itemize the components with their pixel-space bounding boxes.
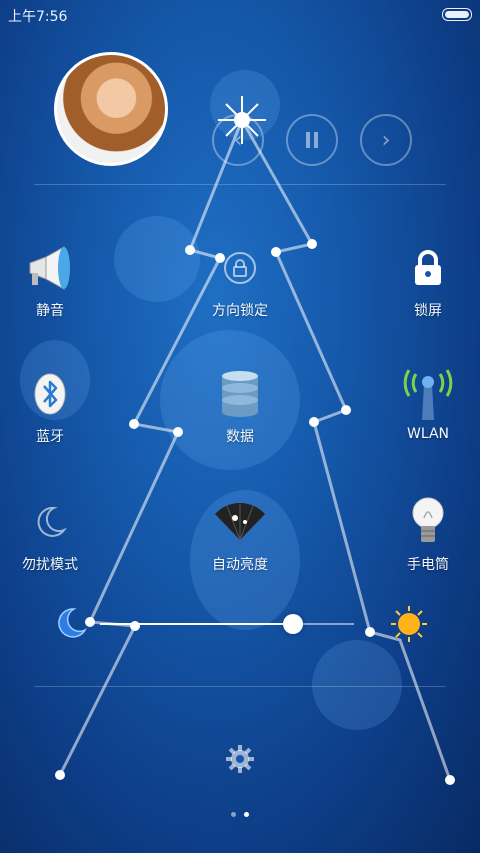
fan-icon (210, 494, 270, 550)
toggle-label: 蓝牙 (36, 429, 64, 445)
toggle-label: 手电筒 (407, 557, 449, 573)
status-bar: 上午7:56 (0, 0, 480, 28)
moon-icon (54, 606, 88, 644)
toggle-flashlight[interactable]: 手电筒 (368, 494, 480, 574)
divider-top (34, 184, 446, 185)
toggle-auto-brightness[interactable]: 自动亮度 (180, 494, 300, 574)
toggle-lock-screen[interactable]: 锁屏 (368, 240, 480, 320)
chevron-left-icon: ‹ (233, 127, 243, 153)
sun-icon (390, 605, 428, 647)
status-time: 上午7:56 (8, 9, 68, 25)
pause-icon (306, 132, 318, 148)
toggle-label: 锁屏 (414, 303, 442, 319)
toggle-label: 数据 (226, 429, 254, 445)
toggle-rotation-lock[interactable]: 方向锁定 (180, 240, 300, 320)
media-prev-button[interactable]: ‹ (212, 114, 264, 166)
toggle-label: 静音 (36, 303, 64, 319)
brightness-slider-thumb[interactable] (283, 614, 304, 634)
page-indicator (0, 812, 480, 817)
gear-icon (226, 745, 254, 773)
media-pause-button[interactable] (286, 114, 338, 166)
toggle-wlan[interactable]: WLAN (368, 366, 480, 442)
media-next-button[interactable]: › (360, 114, 412, 166)
toggle-label: 自动亮度 (212, 557, 268, 573)
page-dot[interactable] (231, 812, 236, 817)
rotation-lock-icon (210, 240, 270, 296)
toggle-label: 方向锁定 (212, 303, 268, 319)
page-dot[interactable] (244, 812, 249, 817)
toggle-bluetooth[interactable]: 蓝牙 (0, 366, 110, 446)
wifi-tower-icon (398, 366, 458, 422)
megaphone-icon (20, 240, 80, 296)
toggle-data[interactable]: 数据 (180, 366, 300, 446)
brightness-slider[interactable] (100, 614, 354, 634)
crescent-moon-icon (20, 494, 80, 550)
lightbulb-icon (398, 494, 458, 550)
toggle-do-not-disturb[interactable]: 勿扰模式 (0, 494, 110, 574)
bluetooth-icon (20, 366, 80, 422)
brightness-slider-fill (100, 623, 294, 625)
toggle-mute[interactable]: 静音 (0, 240, 110, 320)
divider-bottom (34, 686, 446, 687)
settings-button[interactable] (221, 740, 259, 778)
lock-icon (398, 240, 458, 296)
album-avatar[interactable] (54, 52, 168, 166)
toggle-label: 勿扰模式 (22, 557, 78, 573)
battery-icon (442, 8, 472, 21)
database-icon (210, 366, 270, 422)
chevron-right-icon: › (381, 127, 391, 153)
toggle-label: WLAN (406, 426, 449, 442)
